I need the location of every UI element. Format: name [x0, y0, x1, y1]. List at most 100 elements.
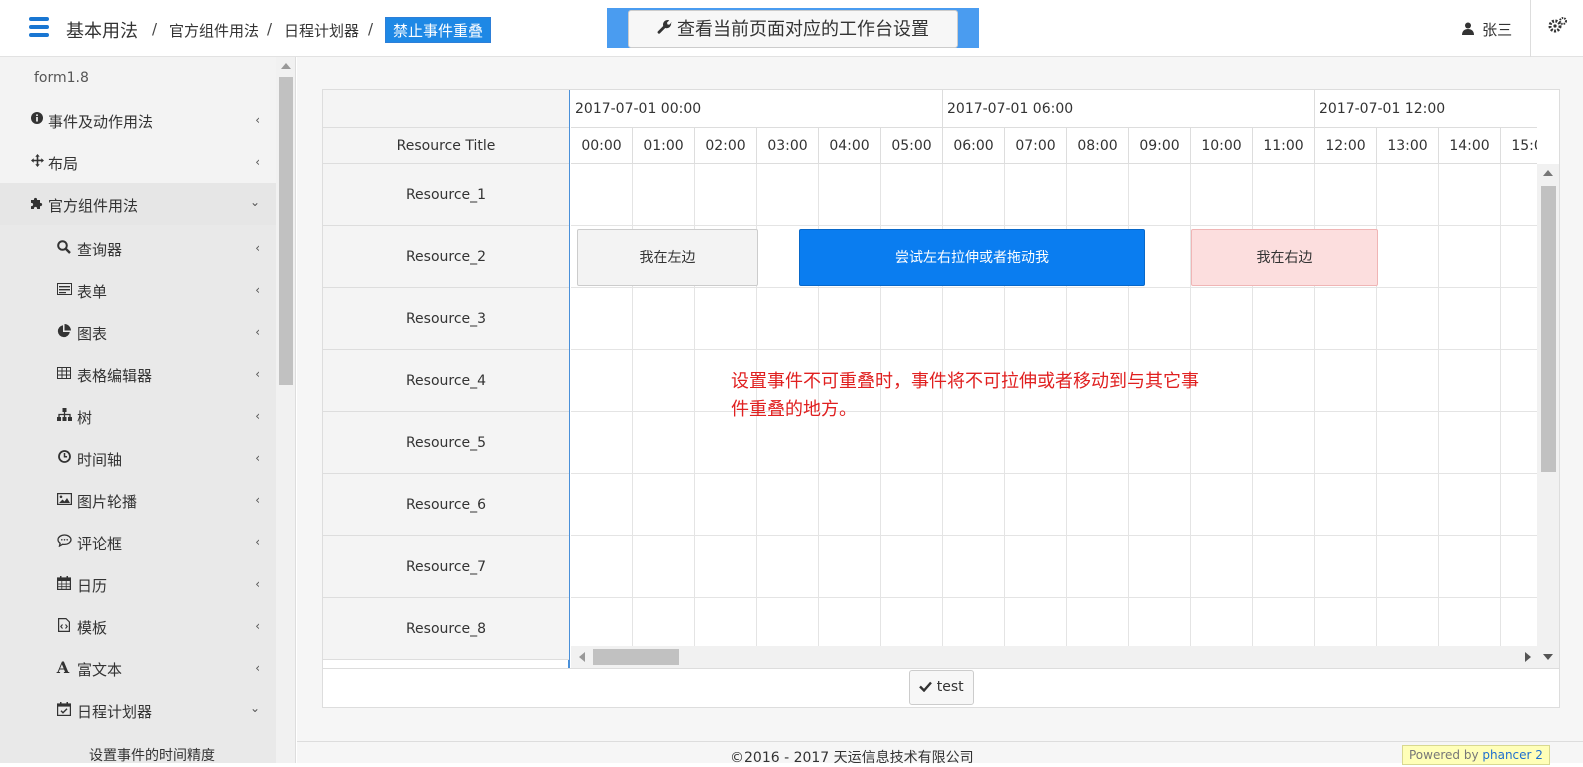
sidebar-item-label: 日历 [77, 577, 108, 595]
scroll-left-arrow-icon[interactable] [579, 652, 585, 662]
footer-divider [297, 741, 1583, 742]
sidebar-item-label: 富文本 [77, 661, 123, 679]
sidebar-subitem-table-editor[interactable]: 表格编辑器 ‹ [0, 353, 276, 395]
sidebar-subitem-carousel[interactable]: 图片轮播 ‹ [0, 479, 276, 521]
table-icon [57, 367, 71, 382]
grid-line [571, 287, 1537, 288]
sidebar-item-layout[interactable]: 布局 ‹ [0, 141, 276, 183]
sidebar-subitem-richtext[interactable]: A 富文本 ‹ [0, 647, 276, 689]
sidebar-subitem-chart[interactable]: 图表 ‹ [0, 311, 276, 353]
event-right[interactable]: 我在右边 [1191, 229, 1378, 286]
chevron-left-icon: ‹ [255, 535, 260, 549]
grid-line [571, 225, 1537, 226]
scrollbar-thumb[interactable] [1541, 186, 1556, 472]
resource-row: Resource_6 [323, 474, 569, 536]
grid-line [571, 473, 1537, 474]
sidebar-item-label: 官方组件用法 [48, 197, 139, 215]
clock-icon [57, 450, 71, 466]
powered-by-badge[interactable]: Powered by phancer 2 [1402, 745, 1550, 765]
app-title[interactable]: 基本用法 [66, 17, 138, 43]
day-header: 2017-07-01 06:00 [943, 90, 1315, 128]
file-code-icon [57, 618, 71, 635]
overlap-note: 设置事件不可重叠时，事件将不可拉伸或者移动到与其它事件重叠的地方。 [731, 371, 1199, 420]
chevron-left-icon: ‹ [255, 409, 260, 423]
scroll-up-arrow-icon[interactable] [1543, 170, 1553, 176]
chevron-left-icon: ‹ [255, 241, 260, 255]
scroll-right-arrow-icon[interactable] [1525, 652, 1531, 662]
resource-column: Resource Title Resource_1 Resource_2 Res… [323, 90, 570, 668]
resource-row: Resource_1 [323, 164, 569, 226]
resource-header-blank [323, 90, 569, 128]
sidebar-scrollbar[interactable] [276, 57, 296, 763]
calendar-icon [57, 576, 72, 593]
scheduler-vertical-scrollbar[interactable] [1537, 164, 1559, 668]
resource-row: Resource_5 [323, 412, 569, 474]
user-name: 张三 [1482, 21, 1513, 39]
sidebar-item-label: 表单 [77, 283, 108, 301]
sidebar-item-official[interactable]: 官方组件用法 ⌄ [0, 183, 276, 225]
sidebar-item-label: 布局 [48, 155, 79, 173]
scroll-up-arrow-icon[interactable] [281, 63, 291, 69]
tree-icon [57, 408, 72, 424]
brand-name: phancer 2 [1482, 748, 1543, 762]
hour-header: 14:00 [1439, 128, 1501, 164]
settings-gears-icon[interactable] [1548, 16, 1568, 39]
calendar-check-icon [57, 702, 72, 719]
chevron-left-icon: ‹ [255, 113, 260, 127]
hour-header: 13:00 [1377, 128, 1439, 164]
sidebar-subitem-template[interactable]: 模板 ‹ [0, 605, 276, 647]
chevron-down-icon: ⌄ [249, 195, 260, 209]
user-menu[interactable]: 张三 [1462, 19, 1512, 40]
scheduler-horizontal-scrollbar[interactable] [571, 646, 1537, 668]
menu-toggle-icon[interactable] [29, 17, 49, 37]
test-button[interactable]: test [909, 670, 974, 705]
wrench-icon [657, 11, 673, 49]
sidebar-subitem-tree[interactable]: 树 ‹ [0, 395, 276, 437]
move-arrows-icon [30, 154, 44, 170]
resource-title-header: Resource Title [323, 128, 569, 164]
header-divider [1530, 0, 1531, 57]
breadcrumb-item-scheduler[interactable]: 日程计划器 [284, 20, 359, 41]
sidebar-subitem-timeline[interactable]: 时间轴 ‹ [0, 437, 276, 479]
sidebar-subitem-calendar[interactable]: 日历 ‹ [0, 563, 276, 605]
info-circle-icon [30, 112, 44, 127]
workspace-settings-button[interactable]: 查看当前页面对应的工作台设置 [628, 10, 958, 48]
sidebar-subitem-comment[interactable]: 评论框 ‹ [0, 521, 276, 563]
hour-header: 06:00 [943, 128, 1005, 164]
sidebar-subitem-query[interactable]: 查询器 ‹ [0, 227, 276, 269]
timeline-grid[interactable]: 2017-07-01 00:00 2017-07-01 06:00 2017-0… [571, 90, 1537, 668]
sidebar: form1.8 事件及动作用法 ‹ 布局 ‹ 官方组件用法 ⌄ 查询器 ‹ 表单… [0, 57, 276, 763]
resource-row: Resource_4 [323, 350, 569, 412]
scheduler: Resource Title Resource_1 Resource_2 Res… [322, 89, 1560, 708]
sidebar-subitem-form[interactable]: 表单 ‹ [0, 269, 276, 311]
sidebar-item-label: 树 [77, 409, 93, 427]
font-icon: A [56, 658, 70, 677]
breadcrumb-item-official[interactable]: 官方组件用法 [169, 20, 259, 41]
form-list-icon [57, 283, 72, 298]
top-header: 基本用法 / 官方组件用法 / 日程计划器 / 禁止事件重叠 查看当前页面对应的… [0, 0, 1583, 57]
sidebar-subitem-scheduler[interactable]: 日程计划器 ⌄ [0, 689, 276, 731]
sidebar-item-label: 表格编辑器 [77, 367, 153, 385]
scroll-down-arrow-icon[interactable] [1543, 654, 1553, 660]
sidebar-item-events[interactable]: 事件及动作用法 ‹ [0, 99, 276, 141]
event-left[interactable]: 我在左边 [577, 229, 758, 286]
copyright-text: ©2016 - 2017 天运信息技术有限公司 [730, 750, 974, 766]
chevron-left-icon: ‹ [255, 325, 260, 339]
sidebar-subitem-time-precision[interactable]: 设置事件的时间精度 [0, 739, 276, 763]
resource-row: Resource_7 [323, 536, 569, 598]
hour-header: 00:00 [571, 128, 633, 164]
scrollbar-thumb[interactable] [593, 649, 679, 665]
hour-header: 08:00 [1067, 128, 1129, 164]
sidebar-item-label: 时间轴 [77, 451, 123, 469]
sidebar-item-label: 事件及动作用法 [48, 113, 154, 131]
scrollbar-thumb[interactable] [279, 77, 293, 385]
resource-row: Resource_3 [323, 288, 569, 350]
event-draggable[interactable]: 尝试左右拉伸或者拖动我 [799, 229, 1145, 286]
breadcrumb-separator: / [368, 20, 374, 38]
chevron-down-icon: ⌄ [249, 701, 260, 715]
sidebar-version-label: form1.8 [34, 70, 89, 86]
scheduler-footer-divider [323, 668, 1559, 669]
hour-header: 11:00 [1253, 128, 1315, 164]
grid-line [571, 535, 1537, 536]
chevron-left-icon: ‹ [255, 283, 260, 297]
